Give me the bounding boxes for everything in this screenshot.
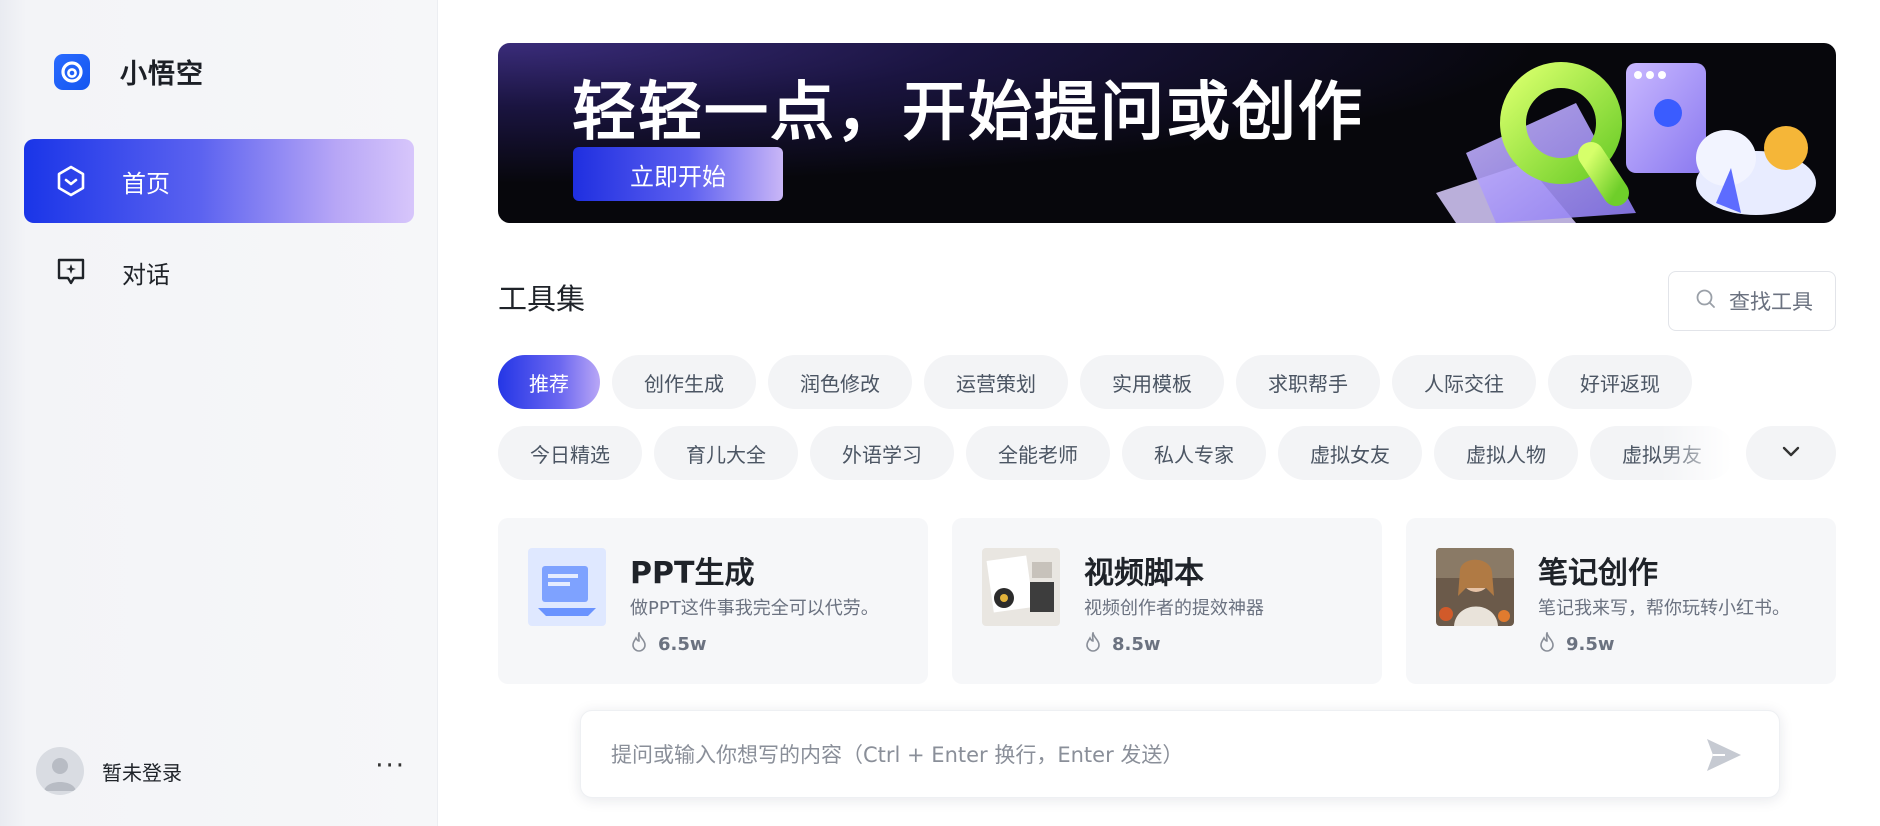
card-usage-count: 6.5w [658, 634, 707, 655]
send-button[interactable] [1705, 737, 1743, 773]
card-usage: 9.5w [1538, 630, 1615, 657]
search-input[interactable]: 查找工具 [1668, 271, 1836, 331]
chip-virtual-girlfriend[interactable]: 虚拟女友 [1278, 426, 1422, 480]
card-usage-count: 8.5w [1112, 634, 1161, 655]
brand[interactable]: 小悟空 [54, 52, 204, 91]
user-name[interactable]: 暂未登录 [102, 757, 182, 786]
chip-virtual-character[interactable]: 虚拟人物 [1434, 426, 1578, 480]
tool-card-video-script[interactable]: 视频脚本 视频创作者的提效神器 8.5w [952, 518, 1382, 684]
chip-templates[interactable]: 实用模板 [1080, 355, 1224, 409]
banner-illustration [1436, 62, 1816, 223]
chip-teacher[interactable]: 全能老师 [966, 426, 1110, 480]
chevron-down-icon [1779, 439, 1803, 467]
card-usage: 6.5w [630, 630, 707, 657]
card-description: 做PPT这件事我完全可以代劳。 [630, 598, 879, 619]
chip-operations[interactable]: 运营策划 [924, 355, 1068, 409]
chip-parenting[interactable]: 育儿大全 [654, 426, 798, 480]
home-hexagon-icon [54, 164, 88, 198]
flame-icon [630, 630, 648, 657]
chip-fade-overlay [1660, 426, 1740, 480]
chip-create[interactable]: 创作生成 [612, 355, 756, 409]
prompt-placeholder: 提问或输入你想写的内容（Ctrl + Enter 换行，Enter 发送） [611, 743, 1184, 767]
brand-name: 小悟空 [120, 59, 204, 90]
card-description: 视频创作者的提效神器 [1084, 598, 1264, 619]
chip-social[interactable]: 人际交往 [1392, 355, 1536, 409]
tool-card-ppt[interactable]: PPT生成 做PPT这件事我完全可以代劳。 6.5w [498, 518, 928, 684]
chip-recommend[interactable]: 推荐 [498, 355, 600, 409]
card-usage: 8.5w [1084, 630, 1161, 657]
chip-polish[interactable]: 润色修改 [768, 355, 912, 409]
more-options-button[interactable]: ··· [375, 753, 406, 789]
prompt-input[interactable]: 提问或输入你想写的内容（Ctrl + Enter 换行，Enter 发送） [580, 710, 1780, 798]
card-description: 笔记我来写，帮你玩转小红书。 [1538, 598, 1790, 619]
brand-logo-icon [54, 53, 90, 90]
search-icon [1695, 288, 1717, 314]
chip-review-cashback[interactable]: 好评返现 [1548, 355, 1692, 409]
nav-label-home: 首页 [122, 169, 170, 198]
ppt-thumbnail [528, 548, 606, 626]
chip-private-expert[interactable]: 私人专家 [1122, 426, 1266, 480]
card-title: 笔记创作 [1538, 556, 1658, 591]
sidebar: 小悟空 首页 对话 暂未登录 ··· [0, 0, 438, 826]
tools-title: 工具集 [498, 282, 586, 316]
search-placeholder: 查找工具 [1729, 290, 1813, 314]
send-icon [1707, 739, 1741, 771]
card-usage-count: 9.5w [1566, 634, 1615, 655]
nav-label-chat: 对话 [122, 260, 170, 289]
flame-icon [1538, 630, 1556, 657]
chip-job-helper[interactable]: 求职帮手 [1236, 355, 1380, 409]
expand-categories-button[interactable] [1746, 426, 1836, 480]
nav-item-home[interactable]: 首页 [24, 139, 414, 223]
chat-sparkle-icon [54, 255, 88, 289]
card-title: 视频脚本 [1084, 556, 1204, 591]
banner-title: 轻轻一点，开始提问或创作 [572, 76, 1364, 150]
notes-thumbnail [1436, 548, 1514, 626]
chip-languages[interactable]: 外语学习 [810, 426, 954, 480]
video-script-thumbnail [982, 548, 1060, 626]
flame-icon [1084, 630, 1102, 657]
hero-banner[interactable]: 轻轻一点，开始提问或创作 立即开始 [498, 43, 1836, 223]
user-row[interactable]: 暂未登录 ··· [36, 746, 406, 796]
tool-card-notes[interactable]: 笔记创作 笔记我来写，帮你玩转小红书。 9.5w [1406, 518, 1836, 684]
start-now-button[interactable]: 立即开始 [573, 147, 783, 201]
nav-item-chat[interactable]: 对话 [24, 230, 414, 314]
avatar[interactable] [36, 747, 84, 795]
chip-today-picks[interactable]: 今日精选 [498, 426, 642, 480]
card-title: PPT生成 [630, 556, 755, 591]
